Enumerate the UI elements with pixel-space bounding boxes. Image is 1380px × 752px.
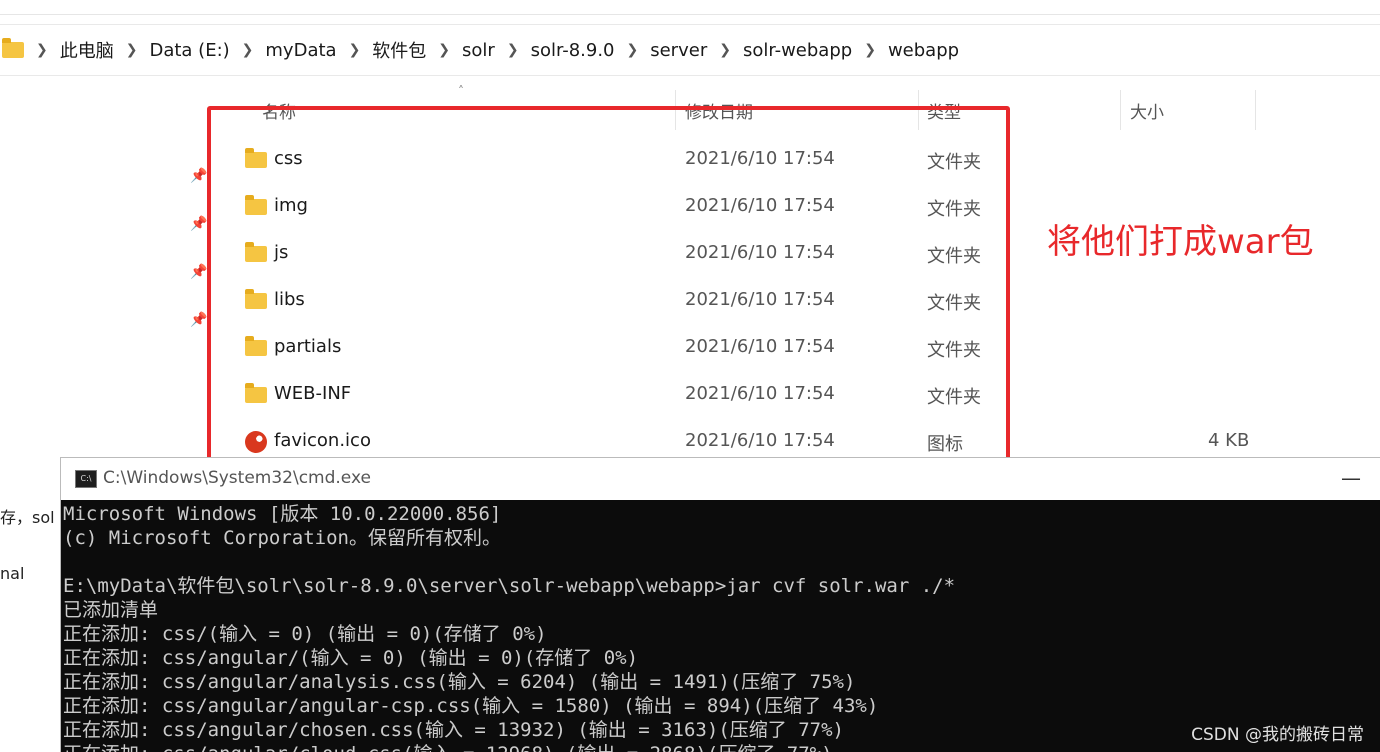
console-line: 正在添加: css/angular/analysis.css(输入 = 6204… xyxy=(63,671,856,693)
highlight-box xyxy=(207,106,1010,474)
breadcrumb-item[interactable]: 此电脑 xyxy=(60,37,114,63)
console-line: 正在添加: css/angular/chosen.css(输入 = 13932)… xyxy=(63,719,844,741)
cmd-window[interactable]: C:\ C:\Windows\System32\cmd.exe — Micros… xyxy=(60,457,1380,752)
console-line: 正在添加: css/angular/angular-csp.css(输入 = 1… xyxy=(63,695,879,717)
annotation-text: 将他们打成war包 xyxy=(1047,222,1314,262)
breadcrumb-item[interactable]: server xyxy=(650,40,707,61)
breadcrumb-item[interactable]: Data (E:) xyxy=(149,40,229,61)
console-output[interactable]: Microsoft Windows [版本 10.0.22000.856] (c)… xyxy=(63,502,1379,752)
cmd-title: C:\Windows\System32\cmd.exe xyxy=(103,468,371,488)
sort-ascending-icon: ˄ xyxy=(458,84,464,98)
pin-icon[interactable]: 📌 xyxy=(190,216,207,232)
console-line: (c) Microsoft Corporation。保留所有权利。 xyxy=(63,527,501,549)
chevron-right-icon: ❯ xyxy=(506,42,519,58)
pin-icon[interactable]: 📌 xyxy=(190,312,207,328)
chevron-right-icon: ❯ xyxy=(438,42,451,58)
chevron-right-icon: ❯ xyxy=(719,42,731,58)
window-top-edge xyxy=(0,0,1380,15)
breadcrumb-item[interactable]: solr xyxy=(462,40,495,61)
folder-icon xyxy=(2,38,24,58)
chevron-right-icon: ❯ xyxy=(125,42,138,58)
watermark: CSDN @我的搬砖日常 xyxy=(1191,725,1364,745)
clipped-text: 存，sol xyxy=(0,508,55,527)
console-line: E:\myData\软件包\solr\solr-8.9.0\server\sol… xyxy=(63,575,956,597)
cmd-titlebar[interactable]: C:\ C:\Windows\System32\cmd.exe — xyxy=(61,458,1380,500)
address-bar[interactable]: ❯ 此电脑 ❯ Data (E:) ❯ myData ❯ 软件包 ❯ solr … xyxy=(0,24,1380,76)
breadcrumb-item[interactable]: solr-webapp xyxy=(743,40,852,61)
chevron-right-icon: ❯ xyxy=(348,42,361,58)
console-line: 已添加清单 xyxy=(63,599,159,621)
chevron-right-icon: ❯ xyxy=(626,42,639,58)
console-line: Microsoft Windows [版本 10.0.22000.856] xyxy=(63,503,502,525)
column-divider[interactable] xyxy=(1255,90,1256,130)
column-divider[interactable] xyxy=(1120,90,1121,130)
pin-icon[interactable]: 📌 xyxy=(190,168,207,184)
chevron-right-icon: ❯ xyxy=(241,42,254,58)
breadcrumb-item[interactable]: myData xyxy=(265,40,336,61)
chevron-right-icon: ❯ xyxy=(36,42,48,58)
file-size: 4 KB xyxy=(1208,430,1250,451)
minimize-icon[interactable]: — xyxy=(1341,466,1361,490)
breadcrumb-item[interactable]: 软件包 xyxy=(372,37,426,63)
column-header-size[interactable]: 大小 xyxy=(1130,98,1164,123)
console-line: 正在添加: css/angular/(输入 = 0) (输出 = 0)(存储了 … xyxy=(63,647,639,669)
chevron-right-icon: ❯ xyxy=(864,42,876,58)
clipped-text: nal xyxy=(0,564,25,583)
breadcrumb-item[interactable]: webapp xyxy=(888,40,959,61)
cmd-app-icon: C:\ xyxy=(75,470,97,488)
pin-icon[interactable]: 📌 xyxy=(190,264,207,280)
console-line: 正在添加: css/(输入 = 0) (输出 = 0)(存储了 0%) xyxy=(63,623,547,645)
breadcrumb-item[interactable]: solr-8.9.0 xyxy=(531,40,615,61)
